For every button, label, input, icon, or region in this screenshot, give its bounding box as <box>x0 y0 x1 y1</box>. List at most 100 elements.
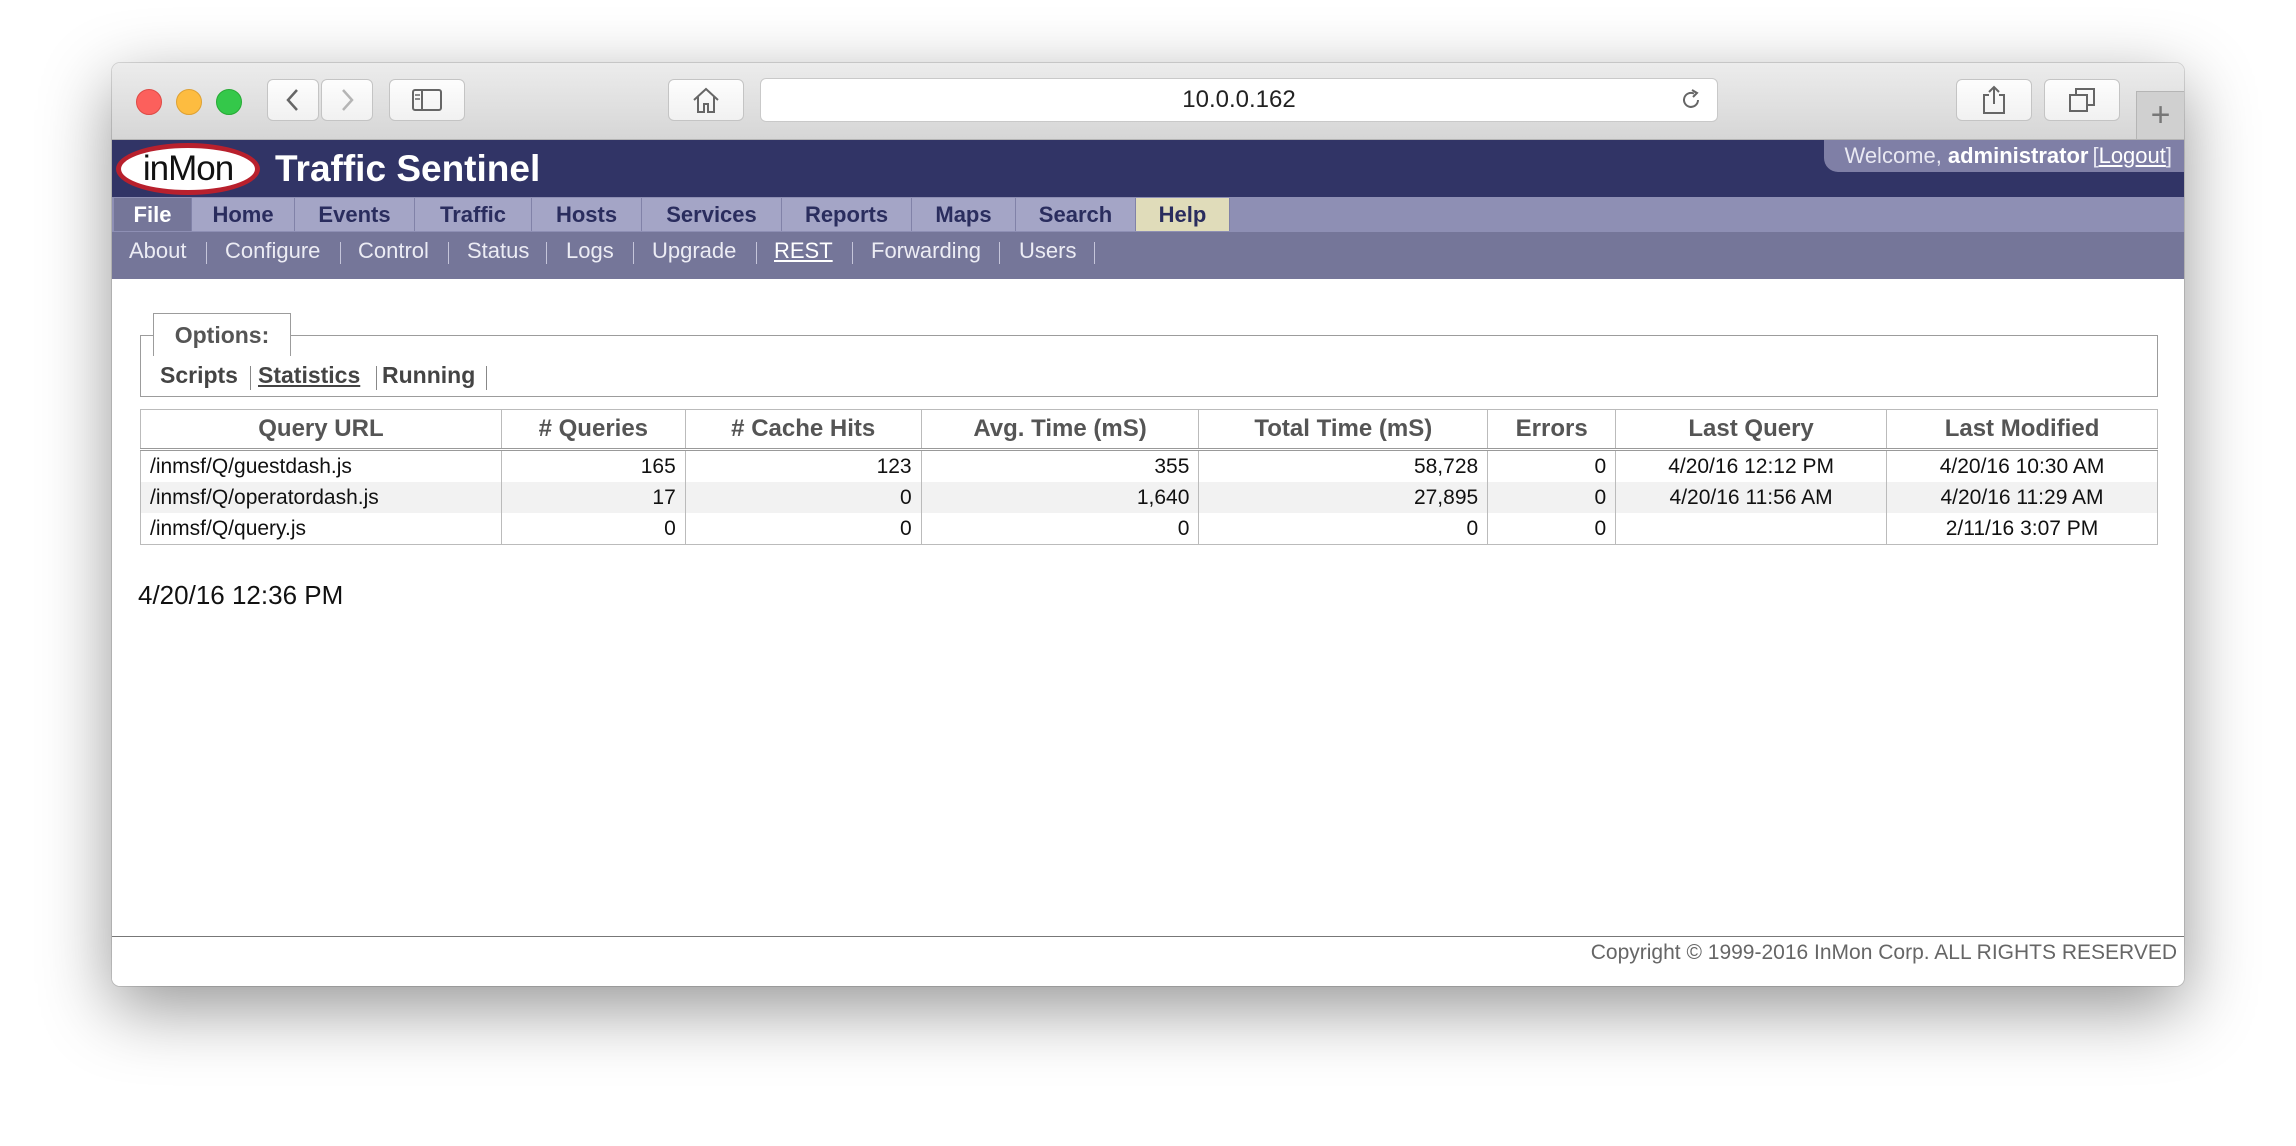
menu-home[interactable]: Home <box>192 198 295 231</box>
submenu-logs[interactable]: Logs <box>566 232 614 270</box>
option-separator <box>376 366 377 390</box>
column-header[interactable]: Errors <box>1487 409 1617 451</box>
column-header[interactable]: Avg. Time (mS) <box>920 409 1200 451</box>
home-button[interactable] <box>668 79 744 121</box>
forward-button[interactable] <box>321 79 373 121</box>
copyright-text: Copyright © 1999-2016 InMon Corp. ALL RI… <box>1590 941 2177 964</box>
logout-link[interactable]: Logout <box>2099 143 2166 169</box>
address-text: 10.0.0.162 <box>1182 86 1296 113</box>
queries-cell: 17 <box>500 482 686 513</box>
cache-hits-cell: 0 <box>684 482 922 513</box>
option-separator <box>250 366 251 390</box>
menu-traffic[interactable]: Traffic <box>415 198 532 231</box>
menu-help[interactable]: Help <box>1136 198 1230 231</box>
browser-window: 10.0.0.162 + inMon Traffic Sentinel Welc… <box>112 63 2184 986</box>
errors-cell: 0 <box>1487 482 1617 513</box>
submenu-separator <box>448 242 449 264</box>
option-separator <box>486 366 487 390</box>
menu-search[interactable]: Search <box>1016 198 1136 231</box>
column-header[interactable]: Total Time (mS) <box>1198 409 1489 451</box>
last-modified-cell: 2/11/16 3:07 PM <box>1886 513 2158 545</box>
submenu-status[interactable]: Status <box>467 232 529 270</box>
submenu-about[interactable]: About <box>129 232 187 270</box>
web-page: inMon Traffic Sentinel Welcome, administ… <box>112 140 2184 986</box>
submenu-separator <box>1094 242 1095 264</box>
share-button[interactable] <box>1956 79 2032 121</box>
cache-hits-cell: 0 <box>684 513 922 545</box>
column-header[interactable]: # Queries <box>500 409 686 451</box>
column-header[interactable]: Query URL <box>140 409 502 451</box>
menu-hosts[interactable]: Hosts <box>532 198 642 231</box>
errors-cell: 0 <box>1487 513 1617 545</box>
menu-reports[interactable]: Reports <box>782 198 912 231</box>
zoom-window-button[interactable] <box>216 89 242 115</box>
submenu-separator <box>633 242 634 264</box>
option-running[interactable]: Running <box>382 360 475 390</box>
home-icon <box>693 87 719 113</box>
close-window-button[interactable] <box>136 89 162 115</box>
reload-icon[interactable] <box>1679 88 1703 112</box>
queries-cell: 165 <box>500 449 686 482</box>
total-time-cell: 0 <box>1198 513 1489 545</box>
sub-menu: About Configure Control Status Logs Upgr… <box>112 232 2184 279</box>
last-query-cell <box>1615 513 1888 545</box>
address-bar[interactable]: 10.0.0.162 <box>760 78 1718 122</box>
submenu-configure[interactable]: Configure <box>225 232 320 270</box>
table-row: /inmsf/Q/guestdash.js 165 123 355 58,728… <box>140 449 2158 482</box>
option-scripts[interactable]: Scripts <box>160 360 238 390</box>
avg-time-cell: 355 <box>920 449 1200 482</box>
tabs-icon <box>2069 88 2095 112</box>
back-button[interactable] <box>267 79 319 121</box>
last-modified-cell: 4/20/16 10:30 AM <box>1886 449 2158 482</box>
new-tab-button[interactable]: + <box>2136 91 2184 139</box>
chevron-left-icon <box>286 89 298 111</box>
queries-cell: 0 <box>500 513 686 545</box>
browser-toolbar: 10.0.0.162 + <box>112 63 2184 140</box>
welcome-label: Welcome, <box>1844 143 1942 168</box>
last-query-cell: 4/20/16 11:56 AM <box>1615 482 1888 513</box>
query-url-cell: /inmsf/Q/operatordash.js <box>140 482 502 513</box>
share-icon <box>1983 85 2005 114</box>
inmon-logo[interactable]: inMon <box>116 143 260 195</box>
show-tabs-button[interactable] <box>2044 79 2120 121</box>
option-statistics[interactable]: Statistics <box>258 360 360 390</box>
welcome-panel: Welcome, administrator [Logout] <box>1824 140 2184 172</box>
menu-events[interactable]: Events <box>295 198 415 231</box>
submenu-separator <box>852 242 853 264</box>
bracket-close: ] <box>2165 143 2172 168</box>
total-time-cell: 27,895 <box>1198 482 1489 513</box>
submenu-separator <box>999 242 1000 264</box>
table-row: /inmsf/Q/operatordash.js 17 0 1,640 27,8… <box>140 482 2158 513</box>
app-title: Traffic Sentinel <box>275 148 541 189</box>
menu-services[interactable]: Services <box>642 198 782 231</box>
column-header[interactable]: Last Query <box>1615 409 1888 451</box>
cache-hits-cell: 123 <box>684 449 922 482</box>
total-time-cell: 58,728 <box>1198 449 1489 482</box>
username: administrator <box>1947 143 2089 168</box>
submenu-users[interactable]: Users <box>1019 232 1076 270</box>
submenu-upgrade[interactable]: Upgrade <box>652 232 736 270</box>
submenu-separator <box>756 242 757 264</box>
sidebar-button[interactable] <box>389 79 465 121</box>
sidebar-icon <box>412 89 442 111</box>
menu-maps[interactable]: Maps <box>912 198 1016 231</box>
menu-file[interactable]: File <box>114 198 192 231</box>
main-menu: File Home Events Traffic Hosts Services … <box>112 197 2184 232</box>
column-header[interactable]: Last Modified <box>1886 409 2158 451</box>
query-url-cell: /inmsf/Q/query.js <box>140 513 502 545</box>
submenu-separator <box>340 242 341 264</box>
last-modified-cell: 4/20/16 11:29 AM <box>1886 482 2158 513</box>
page-timestamp: 4/20/16 12:36 PM <box>138 580 344 610</box>
app-banner: inMon Traffic Sentinel Welcome, administ… <box>112 140 2184 197</box>
submenu-rest[interactable]: REST <box>774 232 833 270</box>
last-query-cell: 4/20/16 12:12 PM <box>1615 449 1888 482</box>
minimize-window-button[interactable] <box>176 89 202 115</box>
footer-divider <box>112 936 2184 937</box>
submenu-separator <box>546 242 547 264</box>
column-header[interactable]: # Cache Hits <box>684 409 922 451</box>
submenu-forwarding[interactable]: Forwarding <box>871 232 981 270</box>
avg-time-cell: 1,640 <box>920 482 1200 513</box>
options-legend: Options: <box>153 313 291 356</box>
submenu-control[interactable]: Control <box>358 232 429 270</box>
avg-time-cell: 0 <box>920 513 1200 545</box>
